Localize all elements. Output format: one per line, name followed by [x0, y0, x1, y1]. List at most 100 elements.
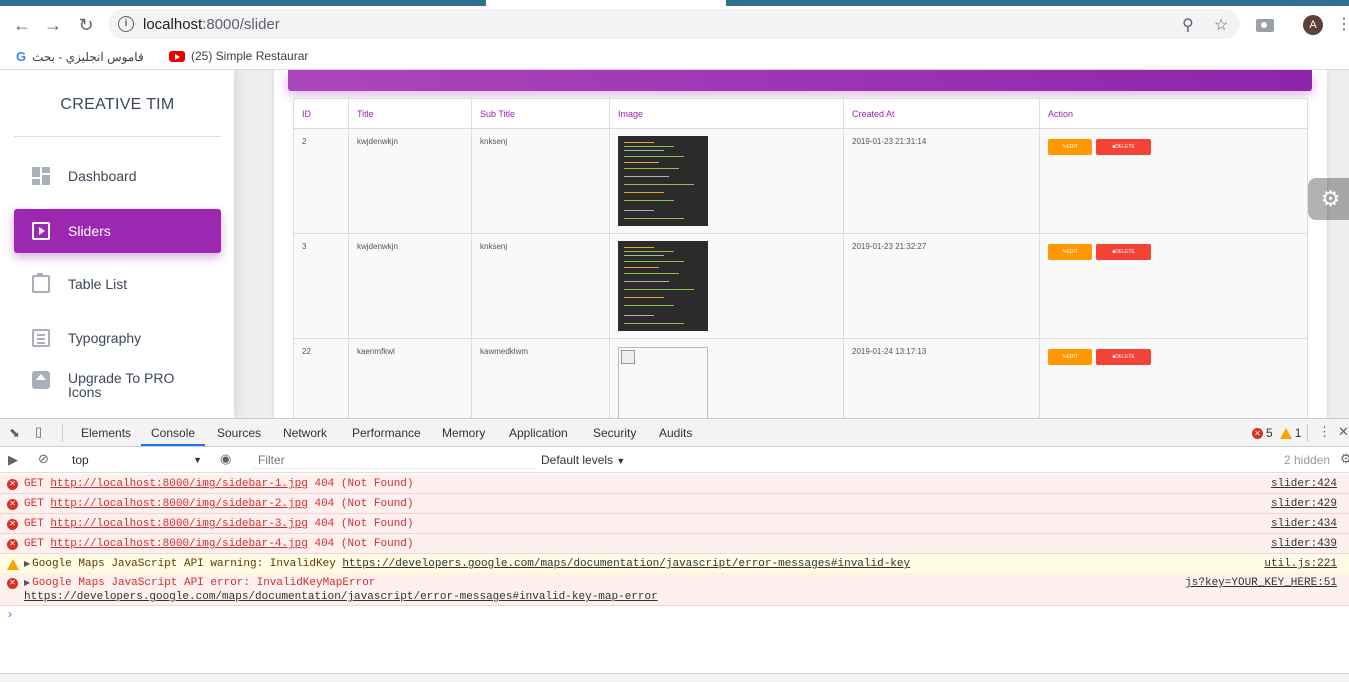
address-bar[interactable]: i localhost:8000/slider ⚲ ☆ — [108, 9, 1240, 39]
reload-icon[interactable]: ↻ — [75, 14, 97, 36]
source-link[interactable]: slider:424 — [1271, 474, 1337, 494]
cell-subtitle: kawmedklwm — [471, 338, 610, 418]
cell-id: 2 — [293, 128, 349, 234]
log-levels-dropdown[interactable]: Default levels ▼ — [541, 453, 625, 467]
docs-link[interactable]: https://developers.google.com/maps/docum… — [24, 590, 658, 604]
delete-label: Delete — [1115, 249, 1135, 255]
console-prompt-icon[interactable]: › — [8, 607, 12, 621]
column-header-action: Action — [1039, 98, 1308, 129]
cell-image — [609, 128, 844, 234]
profile-avatar[interactable]: A — [1303, 15, 1323, 35]
forward-arrow-icon[interactable]: → — [42, 14, 64, 36]
tab-performance[interactable]: Performance — [352, 426, 421, 440]
edit-label: Edit — [1066, 144, 1078, 150]
delete-button[interactable]: ■Delete — [1096, 139, 1151, 155]
expand-triangle-icon[interactable]: ▶ — [24, 555, 30, 575]
warning-count: 1 — [1294, 426, 1302, 440]
info-icon[interactable]: i — [118, 16, 134, 32]
source-link[interactable]: slider:429 — [1271, 494, 1337, 514]
docs-link[interactable]: https://developers.google.com/maps/docum… — [342, 558, 910, 570]
zoom-icon[interactable]: ⚲ — [1182, 15, 1194, 35]
inspect-element-icon[interactable]: ⬊ — [9, 425, 20, 441]
source-link[interactable]: slider:434 — [1271, 514, 1337, 534]
cell-title: kwjdenwkjn — [348, 233, 472, 339]
sidebar-item-upgrade[interactable]: Upgrade To PRO Icons — [14, 363, 221, 407]
error-icon: ✕ — [1252, 427, 1263, 439]
code-screenshot-image — [618, 241, 708, 331]
request-url-link[interactable]: http://localhost:8000/img/sidebar-4.jpg — [50, 538, 307, 550]
request-method: GET — [24, 478, 44, 490]
issue-counter[interactable]: ✕ 5 1 — [1252, 426, 1301, 440]
context-selector[interactable]: top ▼ — [66, 451, 206, 469]
bookmark-star-icon[interactable]: ☆ — [1214, 15, 1228, 35]
console-message: ▶ Google Maps JavaScript API warning: Inv… — [0, 554, 1349, 574]
clear-console-icon[interactable]: ⊘ — [38, 451, 49, 467]
tab-sources[interactable]: Sources — [217, 426, 261, 440]
bookmark-label: قاموس انجليزي - بحث — [32, 49, 144, 64]
request-url-link[interactable]: http://localhost:8000/img/sidebar-3.jpg — [50, 518, 307, 530]
cell-actions: ✎Edit ■Delete — [1039, 338, 1308, 418]
bookmark-youtube[interactable]: (25) Simple Restaurar — [169, 49, 308, 63]
browser-toolbar: ← → ↻ i localhost:8000/slider ⚲ ☆ A ⋮ — [0, 6, 1349, 44]
url-path: :8000/slider — [202, 16, 280, 33]
google-icon: G — [16, 49, 27, 64]
edit-button[interactable]: ✎Edit — [1048, 139, 1092, 155]
edit-button[interactable]: ✎Edit — [1048, 349, 1092, 365]
sidebar-item-label: Typography — [68, 330, 142, 346]
clipboard-icon — [32, 273, 50, 293]
console-message: ✕ GET http://localhost:8000/img/sidebar-… — [0, 494, 1349, 514]
cell-image — [609, 338, 844, 418]
source-link[interactable]: util.js:221 — [1264, 554, 1337, 574]
console-messages: ✕ GET http://localhost:8000/img/sidebar-… — [0, 474, 1349, 606]
settings-gear-icon[interactable]: ⚙ — [1308, 178, 1349, 220]
camera-icon[interactable] — [1256, 19, 1274, 32]
cell-created-at: 2019-01-23 21:32:27 — [843, 233, 1040, 339]
log-levels-label: Default levels — [541, 453, 614, 467]
request-url-link[interactable]: http://localhost:8000/img/sidebar-1.jpg — [50, 478, 307, 490]
request-method: GET — [24, 538, 44, 550]
request-method: GET — [24, 498, 44, 510]
close-devtools-icon[interactable]: ✕ — [1338, 424, 1349, 440]
console-filter-input[interactable]: Filter — [252, 451, 534, 469]
tab-console[interactable]: Console — [151, 426, 195, 440]
sidebar-item-table-list[interactable]: Table List — [14, 262, 221, 306]
tab-application[interactable]: Application — [509, 426, 568, 440]
brand-logo-text[interactable]: CREATIVE TIM — [14, 96, 221, 114]
message-text: Google Maps JavaScript API error: Invali… — [32, 577, 376, 589]
sidebar-item-typography[interactable]: Typography — [14, 316, 221, 360]
delete-button[interactable]: ■Delete — [1096, 244, 1151, 260]
message-text: Google Maps JavaScript API warning: Inva… — [32, 558, 336, 570]
device-toolbar-icon[interactable]: ▯ — [35, 424, 42, 440]
filter-placeholder: Filter — [258, 453, 285, 467]
cell-actions: ✎Edit ■Delete — [1039, 233, 1308, 339]
table-row: 3 kwjdenwkjn knksenj 2019-01-23 21:32:27 — [293, 233, 1308, 339]
tab-elements[interactable]: Elements — [81, 426, 131, 440]
request-url-link[interactable]: http://localhost:8000/img/sidebar-2.jpg — [50, 498, 307, 510]
delete-button[interactable]: ■Delete — [1096, 349, 1151, 365]
sidebar-item-dashboard[interactable]: Dashboard — [14, 154, 221, 198]
back-arrow-icon[interactable]: ← — [11, 14, 33, 36]
edit-button[interactable]: ✎Edit — [1048, 244, 1092, 260]
page-viewport: ID Title Sub Title Image Created At Acti… — [0, 70, 1349, 418]
sidebar-item-label: Upgrade To PRO Icons — [68, 370, 175, 400]
tab-memory[interactable]: Memory — [442, 426, 485, 440]
sidebar-item-label: Sliders — [68, 223, 111, 239]
url-host: localhost — [143, 16, 203, 33]
sidebar-toggle-icon[interactable]: ▶ — [8, 452, 18, 468]
error-count: 5 — [1266, 426, 1273, 440]
sidebar-item-sliders[interactable]: Sliders — [14, 209, 221, 253]
cell-created-at: 2019-01-24 13:17:13 — [843, 338, 1040, 418]
bookmark-google-dictionary[interactable]: G قاموس انجليزي - بحث — [16, 49, 144, 64]
expand-triangle-icon[interactable]: ▶ — [24, 577, 30, 591]
warning-icon — [7, 559, 19, 570]
source-link[interactable]: slider:439 — [1271, 534, 1337, 554]
source-link[interactable]: js?key=YOUR_KEY_HERE:51 — [1185, 576, 1337, 590]
kebab-menu-icon[interactable]: ⋮ — [1336, 14, 1349, 34]
console-settings-gear-icon[interactable]: ⚙ — [1340, 451, 1349, 467]
devtools-menu-icon[interactable]: ⋮ — [1318, 424, 1331, 440]
tab-security[interactable]: Security — [593, 426, 636, 440]
tab-audits[interactable]: Audits — [659, 426, 692, 440]
tab-network[interactable]: Network — [283, 426, 327, 440]
delete-label: Delete — [1115, 354, 1135, 360]
eye-icon[interactable]: ◉ — [220, 451, 231, 467]
